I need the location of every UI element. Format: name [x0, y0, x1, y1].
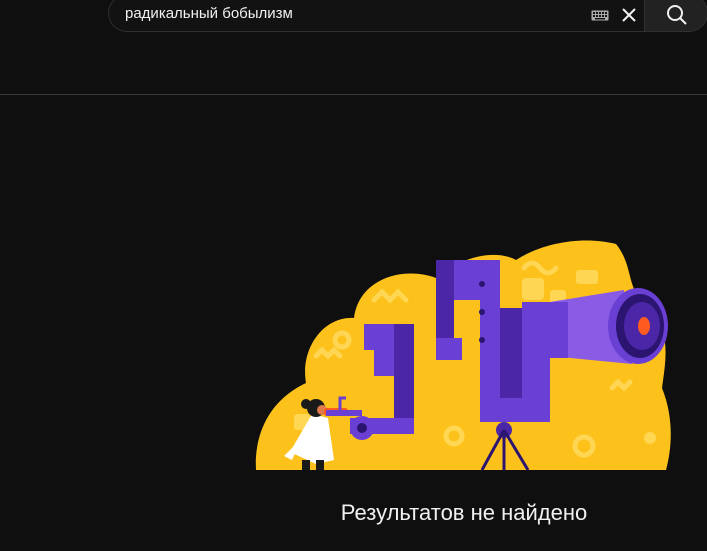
keyboard-icon[interactable]: [591, 10, 609, 21]
no-results-title: Результатов не найдено: [340, 500, 588, 525]
search-box[interactable]: [108, 0, 644, 33]
masthead: [0, 0, 707, 95]
search-button[interactable]: [644, 0, 707, 32]
search-icon: [667, 5, 687, 25]
search-results-page: Результатов не найдено: [0, 0, 707, 551]
telescope-scientist-illustration: [255, 240, 671, 470]
search-input[interactable]: [125, 0, 585, 33]
close-icon[interactable]: [617, 3, 641, 27]
